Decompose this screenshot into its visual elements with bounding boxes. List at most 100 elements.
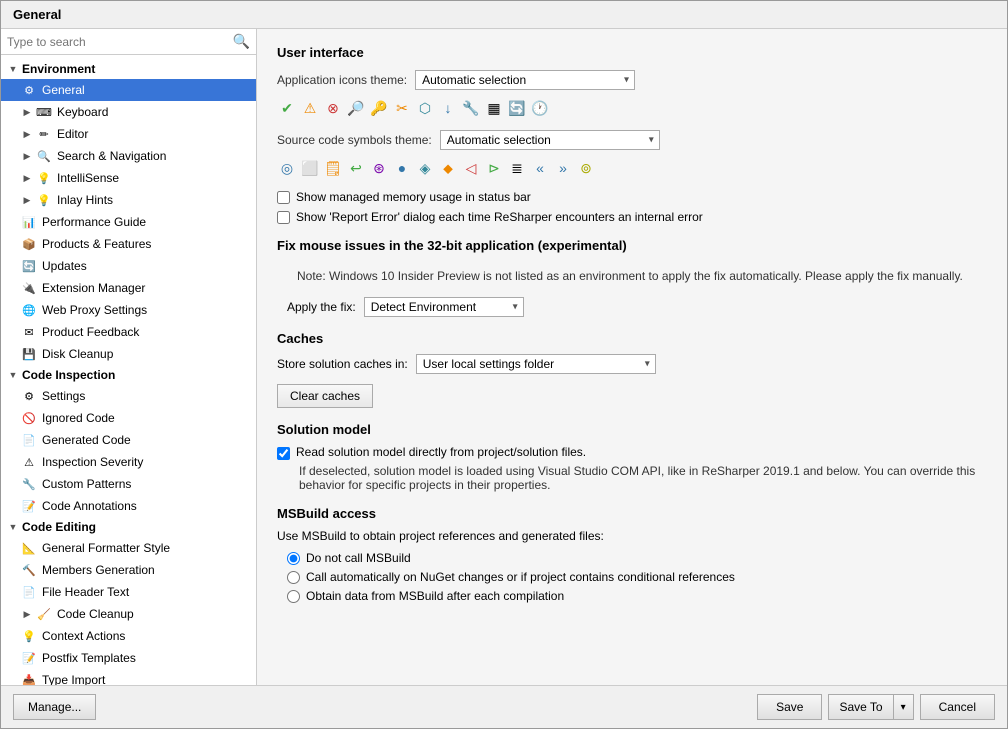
show-memory-label: Show managed memory usage in status bar <box>296 190 531 204</box>
disk-cleanup-icon: 💾 <box>21 346 37 362</box>
group-code-inspection[interactable]: ▼ Code Inspection <box>1 365 256 385</box>
general-icon: ⚙ <box>21 82 37 98</box>
sidebar-item-products[interactable]: 📦 Products & Features <box>1 233 256 255</box>
sidebar-item-search[interactable]: ▶ 🔍 Search & Navigation <box>1 145 256 167</box>
sidebar-item-members-generation[interactable]: 🔨 Members Generation <box>1 559 256 581</box>
manage-button[interactable]: Manage... <box>13 694 96 720</box>
sidebar-item-code-annotations[interactable]: 📝 Code Annotations <box>1 495 256 517</box>
sidebar-item-label: Inspection Severity <box>42 455 143 469</box>
sidebar-item-inspection-severity[interactable]: ⚠ Inspection Severity <box>1 451 256 473</box>
group-environment[interactable]: ▼ Environment <box>1 59 256 79</box>
code-annotations-icon: 📝 <box>21 498 37 514</box>
sidebar-item-extension-manager[interactable]: 🔌 Extension Manager <box>1 277 256 299</box>
sidebar-item-feedback[interactable]: ✉ Product Feedback <box>1 321 256 343</box>
sidebar-item-generated-code[interactable]: 📄 Generated Code <box>1 429 256 451</box>
sidebar-item-label: Type Import <box>42 673 105 685</box>
icon-refresh: 🔄 <box>507 98 527 118</box>
sidebar-item-label: Generated Code <box>42 433 131 447</box>
save-button[interactable]: Save <box>757 694 822 720</box>
sidebar-item-intellisense[interactable]: ▶ 💡 IntelliSense <box>1 167 256 189</box>
sidebar-item-label: IntelliSense <box>57 171 119 185</box>
sidebar-item-label: Inlay Hints <box>57 193 113 207</box>
group-code-editing[interactable]: ▼ Code Editing <box>1 517 256 537</box>
sidebar-item-ignored-code[interactable]: 🚫 Ignored Code <box>1 407 256 429</box>
radio-no-msbuild-input[interactable] <box>287 552 300 565</box>
source-symbols-label: Source code symbols theme: <box>277 133 432 147</box>
sidebar-item-postfix[interactable]: 📝 Postfix Templates <box>1 647 256 669</box>
sidebar-item-general-formatter[interactable]: 📐 General Formatter Style <box>1 537 256 559</box>
search-box: 🔍 <box>1 29 256 55</box>
radio-each-msbuild-input[interactable] <box>287 590 300 603</box>
show-memory-checkbox[interactable] <box>277 191 290 204</box>
icon-scissors: ✂ <box>392 98 412 118</box>
sidebar-item-type-import[interactable]: 📥 Type Import <box>1 669 256 685</box>
sidebar-item-web-proxy[interactable]: 🌐 Web Proxy Settings <box>1 299 256 321</box>
sidebar-item-label: Search & Navigation <box>57 149 166 163</box>
src-icon-5: ⊛ <box>369 158 389 178</box>
intellisense-icon: 💡 <box>36 170 52 186</box>
clear-caches-button[interactable]: Clear caches <box>277 384 373 408</box>
sidebar-item-label: Performance Guide <box>42 215 146 229</box>
settings-content-panel: User interface Application icons theme: … <box>257 29 1007 685</box>
sidebar-item-general[interactable]: ⚙ General <box>1 79 256 101</box>
save-to-arrow-icon[interactable]: ▾ <box>894 697 913 718</box>
dialog-title: General <box>1 1 1007 29</box>
sidebar-item-disk-cleanup[interactable]: 💾 Disk Cleanup <box>1 343 256 365</box>
expand-arrow-editor: ▶ <box>21 128 33 140</box>
search-input[interactable] <box>7 35 233 49</box>
performance-icon: 📊 <box>21 214 37 230</box>
read-solution-row: Read solution model directly from projec… <box>277 445 987 460</box>
radio-no-msbuild-label: Do not call MSBuild <box>306 551 411 565</box>
group-label-environment: Environment <box>22 62 95 76</box>
save-to-label[interactable]: Save To <box>829 695 893 719</box>
show-report-label: Show 'Report Error' dialog each time ReS… <box>296 210 703 224</box>
icon-warn: ⚠ <box>300 98 320 118</box>
sidebar-item-code-cleanup[interactable]: ▶ 🧹 Code Cleanup <box>1 603 256 625</box>
src-icon-2: ⬜ <box>300 158 320 178</box>
sidebar-item-label: Updates <box>42 259 87 273</box>
radio-each-msbuild-label: Obtain data from MSBuild after each comp… <box>306 589 564 603</box>
sidebar-item-label: Extension Manager <box>42 281 145 295</box>
src-icon-4: ↩ <box>346 158 366 178</box>
icon-down: ↓ <box>438 98 458 118</box>
dialog-footer: Manage... Save Save To ▾ Cancel <box>1 685 1007 728</box>
sidebar-item-settings[interactable]: ⚙ Settings <box>1 385 256 407</box>
icon-error: ⊗ <box>323 98 343 118</box>
store-caches-select[interactable]: User local settings folder System temp f… <box>416 354 656 374</box>
cancel-button[interactable]: Cancel <box>920 694 995 720</box>
read-solution-checkbox[interactable] <box>277 447 290 460</box>
src-icon-13: » <box>553 158 573 178</box>
radio-auto-msbuild-input[interactable] <box>287 571 300 584</box>
expand-arrow-code-editing: ▼ <box>7 521 19 533</box>
source-symbols-select[interactable]: Automatic selection Default Dark <box>440 130 660 150</box>
app-theme-icons-row: ✔ ⚠ ⊗ 🔎 🔑 ✂ ⬡ ↓ 🔧 ▦ 🔄 🕐 <box>277 98 987 118</box>
app-icons-row: Application icons theme: Automatic selec… <box>277 70 987 90</box>
sidebar-item-custom-patterns[interactable]: 🔧 Custom Patterns <box>1 473 256 495</box>
radio-auto-msbuild: Call automatically on NuGet changes or i… <box>287 570 987 584</box>
sidebar-item-keyboard[interactable]: ▶ ⌨ Keyboard <box>1 101 256 123</box>
expand-arrow-inlay: ▶ <box>21 194 33 206</box>
expand-arrow-keyboard: ▶ <box>21 106 33 118</box>
use-msbuild-label: Use MSBuild to obtain project references… <box>277 529 987 543</box>
radio-no-msbuild: Do not call MSBuild <box>287 551 987 565</box>
sidebar-item-editor[interactable]: ▶ ✏ Editor <box>1 123 256 145</box>
show-report-checkbox[interactable] <box>277 211 290 224</box>
generated-code-icon: 📄 <box>21 432 37 448</box>
src-icon-14: ⊚ <box>576 158 596 178</box>
show-report-row: Show 'Report Error' dialog each time ReS… <box>277 210 987 224</box>
apply-fix-select[interactable]: Detect Environment Always Never <box>364 297 524 317</box>
save-to-button[interactable]: Save To ▾ <box>828 694 913 720</box>
section-fix-mouse: Fix mouse issues in the 32-bit applicati… <box>277 238 987 253</box>
src-icon-12: « <box>530 158 550 178</box>
sidebar-item-context-actions[interactable]: 💡 Context Actions <box>1 625 256 647</box>
app-icons-select[interactable]: Automatic selection Default Dark <box>415 70 635 90</box>
search-nav-icon: 🔍 <box>36 148 52 164</box>
sidebar-item-updates[interactable]: 🔄 Updates <box>1 255 256 277</box>
sidebar-item-inlay-hints[interactable]: ▶ 💡 Inlay Hints <box>1 189 256 211</box>
sidebar-item-file-header[interactable]: 📄 File Header Text <box>1 581 256 603</box>
src-icon-8: ⬥ <box>438 158 458 178</box>
show-memory-row: Show managed memory usage in status bar <box>277 190 987 204</box>
expand-arrow-intellisense: ▶ <box>21 172 33 184</box>
context-actions-icon: 💡 <box>21 628 37 644</box>
sidebar-item-performance[interactable]: 📊 Performance Guide <box>1 211 256 233</box>
